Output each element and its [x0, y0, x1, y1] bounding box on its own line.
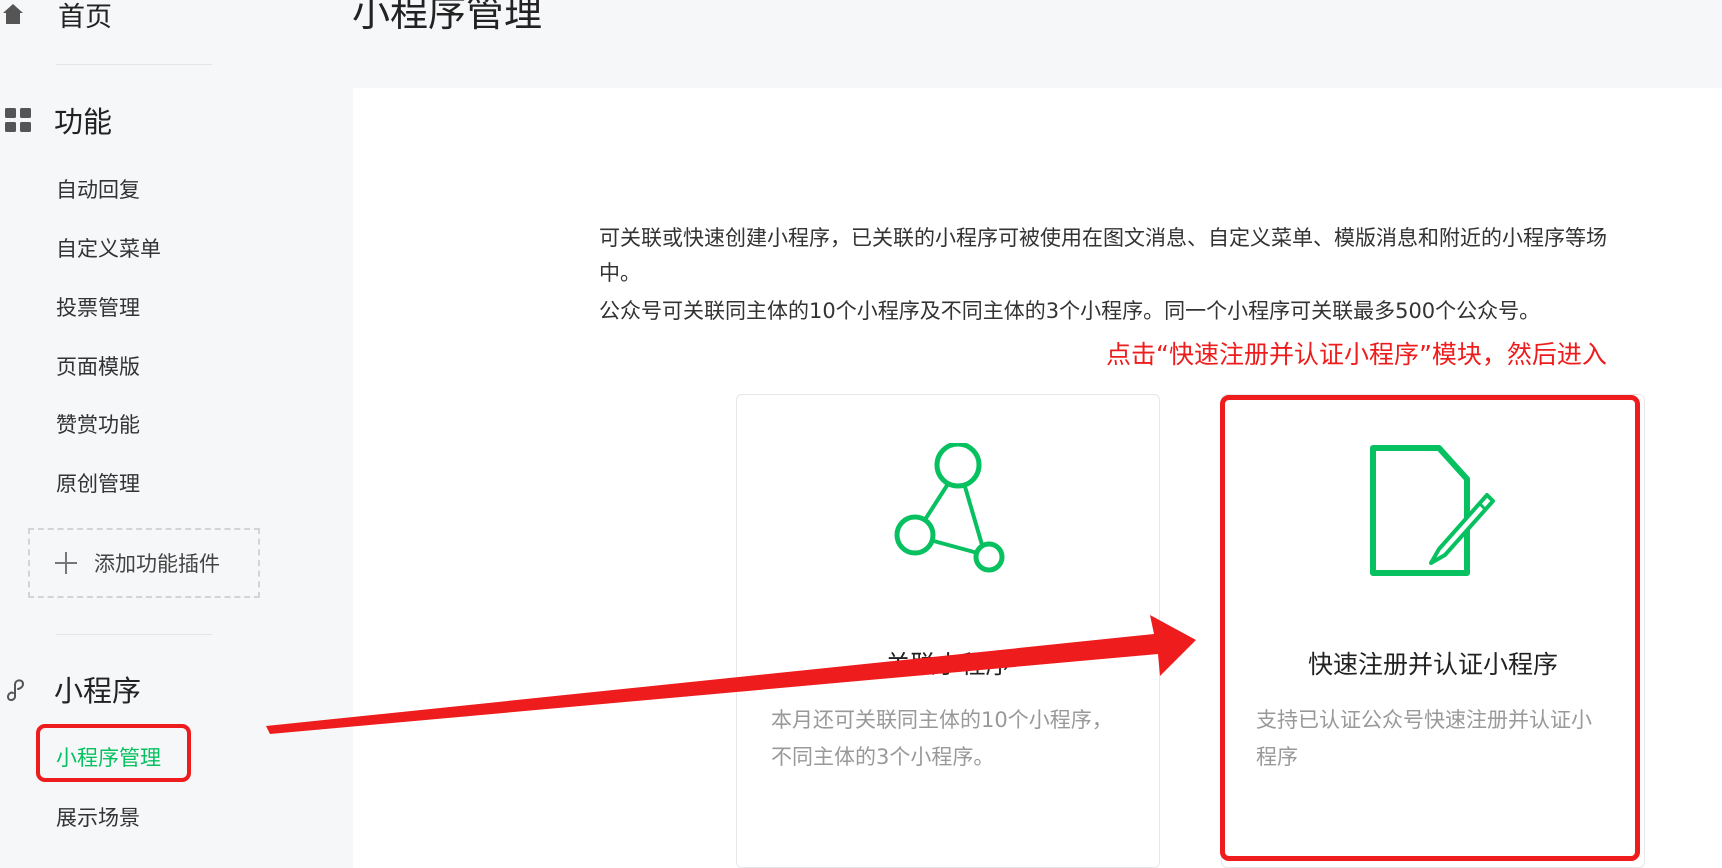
- sidebar-section-label: 小程序: [54, 674, 142, 708]
- card-title: 关联小程序: [885, 650, 1011, 679]
- sidebar-item-vote-management[interactable]: 投票管理: [56, 293, 140, 323]
- sidebar-section-label: 功能: [54, 105, 113, 139]
- add-plugin-button[interactable]: 添加功能插件: [28, 528, 260, 598]
- annotation-text: 点击“快速注册并认证小程序”模块，然后进入: [1106, 340, 1607, 369]
- description-line: 公众号可关联同主体的10个小程序及不同主体的3个小程序。同一个小程序可关联最多5…: [599, 299, 1541, 323]
- grid-icon: [5, 108, 31, 132]
- miniprogram-icon: [7, 679, 25, 701]
- sidebar-item-home[interactable]: 首页: [0, 0, 112, 34]
- sidebar-divider: [56, 64, 212, 65]
- description-line: 中。: [599, 261, 641, 285]
- sidebar-item-custom-menu[interactable]: 自定义菜单: [56, 234, 161, 264]
- sidebar-item-label: 首页: [58, 1, 112, 33]
- sidebar-item-page-template[interactable]: 页面模版: [56, 352, 140, 382]
- sidebar-item-display-scene[interactable]: 展示场景: [56, 803, 140, 833]
- card-description: 支持已认证公众号快速注册并认证小程序: [1256, 708, 1592, 769]
- document-edit-icon: [1370, 445, 1495, 576]
- active-item-highlight-box: [36, 724, 191, 782]
- sidebar-divider: [56, 634, 212, 635]
- link-miniprogram-card[interactable]: 关联小程序 本月还可关联同主体的10个小程序，不同主体的3个小程序。: [736, 394, 1160, 868]
- sidebar-item-auto-reply[interactable]: 自动回复: [56, 175, 140, 205]
- register-miniprogram-card[interactable]: 快速注册并认证小程序 支持已认证公众号快速注册并认证小程序: [1221, 394, 1645, 868]
- sidebar: 首页 功能 自动回复 自定义菜单 投票管理 页面模版 赞赏功能 原创管理 添加功…: [0, 0, 280, 868]
- sidebar-item-appreciation[interactable]: 赞赏功能: [56, 410, 140, 440]
- card-title: 快速注册并认证小程序: [1307, 650, 1558, 679]
- sidebar-item-original-management[interactable]: 原创管理: [56, 469, 140, 499]
- home-icon: [3, 4, 23, 24]
- card-description: 本月还可关联同主体的10个小程序，不同主体的3个小程序。: [771, 708, 1113, 769]
- link-nodes-icon: [894, 443, 1005, 573]
- add-plugin-label: 添加功能插件: [94, 552, 220, 576]
- sidebar-section-function: 功能: [0, 100, 112, 140]
- page: 首页 功能 自动回复 自定义菜单 投票管理 页面模版 赞赏功能 原创管理 添加功…: [0, 0, 1722, 868]
- sidebar-section-miniprogram: 小程序: [0, 669, 141, 709]
- page-title: 小程序管理: [352, 0, 543, 35]
- plus-icon: [55, 552, 77, 574]
- description-line: 可关联或快速创建小程序，已关联的小程序可被使用在图文消息、自定义菜单、模版消息和…: [599, 226, 1607, 250]
